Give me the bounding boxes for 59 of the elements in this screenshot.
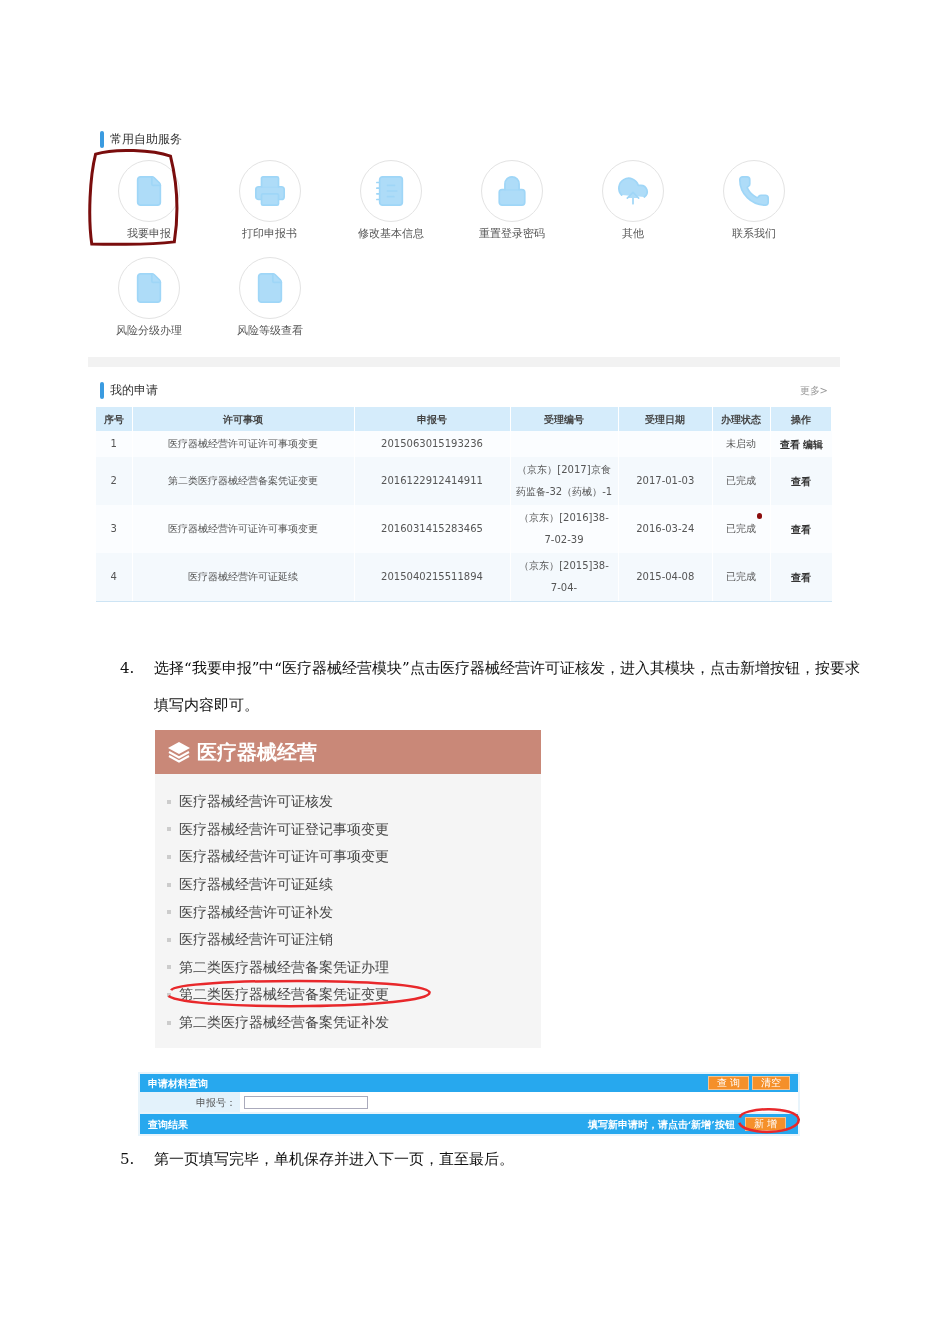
- action-link[interactable]: 编辑: [802, 436, 823, 452]
- table-cell: 未启动: [726, 438, 757, 449]
- service-label: 风险分级办理: [115, 322, 182, 339]
- step-number: 5.: [120, 1149, 136, 1171]
- field-label: 申报号：: [140, 1092, 240, 1113]
- table-cell: 第二类医疗器械经营备案凭证变更: [168, 475, 318, 486]
- menu-item[interactable]: 第二类医疗器械经营备案凭证办理: [179, 956, 389, 978]
- menu-item[interactable]: 医疗器械经营许可证许可事项变更: [179, 846, 389, 868]
- menu-item[interactable]: 医疗器械经营许可证补发: [179, 901, 333, 923]
- service-button[interactable]: [117, 160, 180, 222]
- table-cell: 2016-03-24: [636, 523, 695, 534]
- panel-title: 查询结果: [148, 1117, 188, 1132]
- menu-item[interactable]: 医疗器械经营许可证核发: [179, 791, 333, 813]
- table-cell: 1: [110, 438, 117, 449]
- step-text: 选择“我要申报”中“医疗器械经营模块”点击医疗器械经营许可证核发，进入其模块，点击新增按钮，按要求填写内容即可。: [154, 658, 861, 716]
- table-cell: 医疗器械经营许可证许可事项变更: [168, 438, 318, 449]
- menu-item[interactable]: 医疗器械经营许可证登记事项变更: [179, 818, 389, 840]
- service-label: 重置登录密码: [478, 226, 545, 242]
- panel-title: 申请材料查询: [148, 1076, 208, 1091]
- service-label: 其他: [621, 226, 644, 242]
- layers-icon: [167, 741, 191, 763]
- step-number: 4.: [120, 658, 136, 679]
- table-cell: 医疗器械经营许可证延续: [188, 571, 298, 582]
- section-title: 常用自助服务: [110, 131, 182, 148]
- phone-icon: [736, 174, 771, 208]
- table-cell: 2016031415283465: [381, 523, 483, 534]
- table-cell: 4: [110, 571, 117, 582]
- service-label: 打印申报书: [242, 226, 297, 242]
- table-cell: 2016122912414911: [381, 475, 483, 486]
- service-label: 我要申报: [126, 226, 171, 242]
- table-cell: 2015-04-08: [636, 571, 695, 582]
- table-cell: （京东）[2016]38-7-02-39: [519, 512, 609, 545]
- table-cell: （京东）[2017]京食药监备-32（药械）-1: [515, 464, 613, 497]
- table-cell: 2017-01-03: [636, 475, 695, 486]
- table-cell: 已完成: [726, 475, 757, 486]
- section-title: 我的申请: [110, 382, 158, 399]
- table-cell: 医疗器械经营许可证许可事项变更: [168, 523, 318, 534]
- table-cell: 2: [110, 475, 117, 486]
- table-cell: （京东）[2015]38-7-04-: [519, 560, 609, 593]
- table-cell: 2015040215511894: [381, 571, 483, 582]
- table-cell: 已完成: [726, 571, 757, 582]
- table-cell: 2015063015193236: [381, 438, 483, 449]
- service-label: 风险等级查看: [236, 322, 303, 339]
- action-link[interactable]: 查看: [779, 436, 800, 452]
- table-cell: 已完成: [726, 523, 757, 534]
- action-link[interactable]: 查看: [791, 473, 812, 489]
- menu-title: 医疗器械经营: [197, 739, 317, 766]
- input-field[interactable]: [244, 1095, 368, 1109]
- menu-item[interactable]: 医疗器械经营许可证注销: [179, 929, 333, 951]
- printer-icon: [252, 174, 287, 208]
- table-cell: 3: [110, 523, 117, 534]
- menu-item[interactable]: 医疗器械经营许可证延续: [179, 874, 333, 896]
- menu-item[interactable]: 第二类医疗器械经营备案凭证补发: [179, 1012, 389, 1034]
- service-label: 联系我们: [731, 226, 776, 242]
- service-label: 修改基本信息: [357, 226, 424, 242]
- action-link[interactable]: 查看: [791, 569, 812, 585]
- hint-text: 填写新申请时，请点击‘新增’按钮: [587, 1117, 735, 1132]
- action-link[interactable]: 查看: [791, 521, 812, 537]
- step-text: 第一页填写完毕，单机保存并进入下一页，直至最后。: [154, 1149, 514, 1171]
